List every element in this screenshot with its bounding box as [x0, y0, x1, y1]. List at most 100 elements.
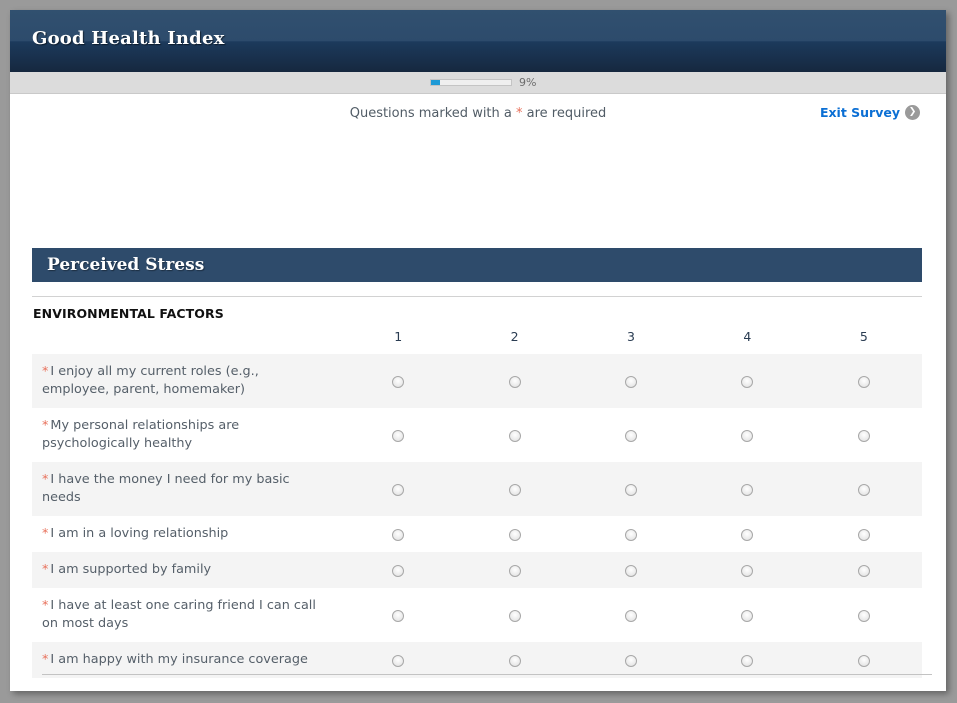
radio-cell-5[interactable] [806, 516, 922, 552]
radio-cell-5[interactable] [805, 642, 922, 678]
top-info-row: Questions marked with a * are required E… [10, 94, 946, 136]
radio-button-q1-2[interactable] [508, 376, 521, 388]
radio-button-q2-2[interactable] [508, 430, 521, 442]
radio-button-q2-3[interactable] [624, 430, 637, 442]
matrix-header-row: 1 2 3 4 5 [32, 329, 922, 354]
matrix-table: 1 2 3 4 5 * I enjoy all my current roles … [32, 329, 922, 678]
radio-cell-1[interactable] [340, 462, 457, 516]
radio-cell-3[interactable] [573, 588, 689, 642]
radio-cell-3[interactable] [573, 408, 689, 462]
radio-button-q6-4[interactable] [741, 610, 754, 622]
section-title-bar: Perceived Stress [32, 248, 922, 282]
section-title: Perceived Stress [47, 255, 205, 275]
radio-cell-5[interactable] [805, 354, 922, 408]
radio-cell-3[interactable] [572, 552, 690, 588]
radio-cell-1[interactable] [340, 552, 457, 588]
radio-button-q4-5[interactable] [857, 529, 870, 541]
radio-cell-4[interactable] [689, 552, 806, 588]
required-note-prefix: Questions marked with a [349, 106, 517, 121]
radio-button-q2-5[interactable] [857, 430, 870, 442]
radio-cell-5[interactable] [805, 462, 922, 516]
exit-survey-label: Exit Survey [819, 105, 900, 120]
radio-cell-2[interactable] [456, 354, 573, 408]
required-asterisk-icon: * [42, 598, 49, 613]
exit-survey-link[interactable]: Exit Survey ❯ [820, 105, 920, 120]
radio-button-q4-3[interactable] [624, 529, 637, 541]
radio-cell-2[interactable] [456, 516, 572, 552]
radio-cell-5[interactable] [805, 552, 922, 588]
required-asterisk-icon: * [42, 652, 49, 667]
radio-button-q2-1[interactable] [392, 430, 405, 442]
question-text: * I enjoy all my current roles (e.g., emp… [32, 354, 341, 408]
chevron-right-circle-icon: ❯ [905, 105, 920, 120]
radio-cell-4[interactable] [689, 516, 805, 552]
required-asterisk-icon: * [42, 526, 49, 541]
radio-cell-2[interactable] [456, 552, 573, 588]
question-label: I am supported by family [50, 562, 212, 577]
question-text: * I am supported by family [32, 552, 341, 588]
radio-cell-2[interactable] [456, 588, 572, 642]
radio-button-q7-4[interactable] [741, 655, 754, 667]
radio-cell-1[interactable] [340, 642, 457, 678]
table-row: * I am supported by family [32, 552, 922, 588]
radio-cell-3[interactable] [573, 516, 689, 552]
radio-cell-5[interactable] [806, 588, 922, 642]
matrix-corner-cell [32, 329, 340, 354]
scale-header-4: 4 [743, 329, 752, 344]
radio-button-q7-5[interactable] [857, 655, 870, 667]
radio-button-q2-4[interactable] [741, 430, 754, 442]
radio-button-q6-1[interactable] [392, 610, 405, 622]
radio-cell-1[interactable] [340, 354, 457, 408]
question-text: * I have the money I need for my basic ne… [32, 462, 341, 516]
radio-cell-2[interactable] [456, 642, 573, 678]
radio-button-q5-4[interactable] [741, 565, 754, 577]
radio-cell-4[interactable] [689, 588, 805, 642]
matrix-head: 1 2 3 4 5 [32, 329, 922, 354]
radio-cell-2[interactable] [456, 462, 573, 516]
radio-button-q5-2[interactable] [508, 565, 521, 577]
radio-button-q6-2[interactable] [508, 610, 521, 622]
progress-track [430, 79, 512, 86]
radio-button-q6-5[interactable] [857, 610, 870, 622]
radio-button-q1-5[interactable] [857, 376, 870, 388]
radio-button-q3-3[interactable] [624, 484, 637, 496]
survey-body: Questions marked with a * are required E… [10, 94, 946, 691]
radio-button-q3-4[interactable] [741, 484, 754, 496]
radio-button-q1-1[interactable] [392, 376, 405, 388]
radio-button-q7-1[interactable] [392, 655, 405, 667]
radio-cell-1[interactable] [340, 408, 456, 462]
question-label: I enjoy all my current roles (e.g., empl… [42, 364, 259, 397]
radio-cell-4[interactable] [689, 408, 805, 462]
progress-fill [431, 80, 440, 85]
radio-button-q5-3[interactable] [624, 565, 637, 577]
required-asterisk-icon: * [42, 418, 49, 433]
radio-button-q1-4[interactable] [741, 376, 754, 388]
radio-cell-3[interactable] [572, 462, 690, 516]
radio-button-q7-3[interactable] [624, 655, 637, 667]
radio-button-q6-3[interactable] [624, 610, 637, 622]
radio-cell-3[interactable] [572, 354, 690, 408]
radio-cell-1[interactable] [340, 516, 456, 552]
radio-button-q4-4[interactable] [741, 529, 754, 541]
radio-cell-1[interactable] [340, 588, 456, 642]
radio-cell-2[interactable] [456, 408, 572, 462]
scale-header-3: 3 [627, 329, 635, 344]
radio-button-q5-5[interactable] [857, 565, 870, 577]
radio-button-q4-1[interactable] [392, 529, 405, 541]
radio-cell-3[interactable] [572, 642, 690, 678]
radio-cell-4[interactable] [689, 462, 806, 516]
scale-header-2: 2 [510, 329, 519, 344]
radio-cell-5[interactable] [806, 408, 922, 462]
required-note: Questions marked with a * are required [10, 106, 946, 121]
question-label: I am in a loving relationship [50, 526, 229, 541]
radio-cell-4[interactable] [689, 642, 806, 678]
radio-button-q5-1[interactable] [392, 565, 405, 577]
radio-button-q3-5[interactable] [857, 484, 870, 496]
required-note-suffix: are required [522, 106, 607, 121]
radio-cell-4[interactable] [689, 354, 806, 408]
radio-button-q7-2[interactable] [508, 655, 521, 667]
radio-button-q4-2[interactable] [508, 529, 521, 541]
radio-button-q1-3[interactable] [624, 376, 637, 388]
radio-button-q3-2[interactable] [508, 484, 521, 496]
radio-button-q3-1[interactable] [392, 484, 405, 496]
